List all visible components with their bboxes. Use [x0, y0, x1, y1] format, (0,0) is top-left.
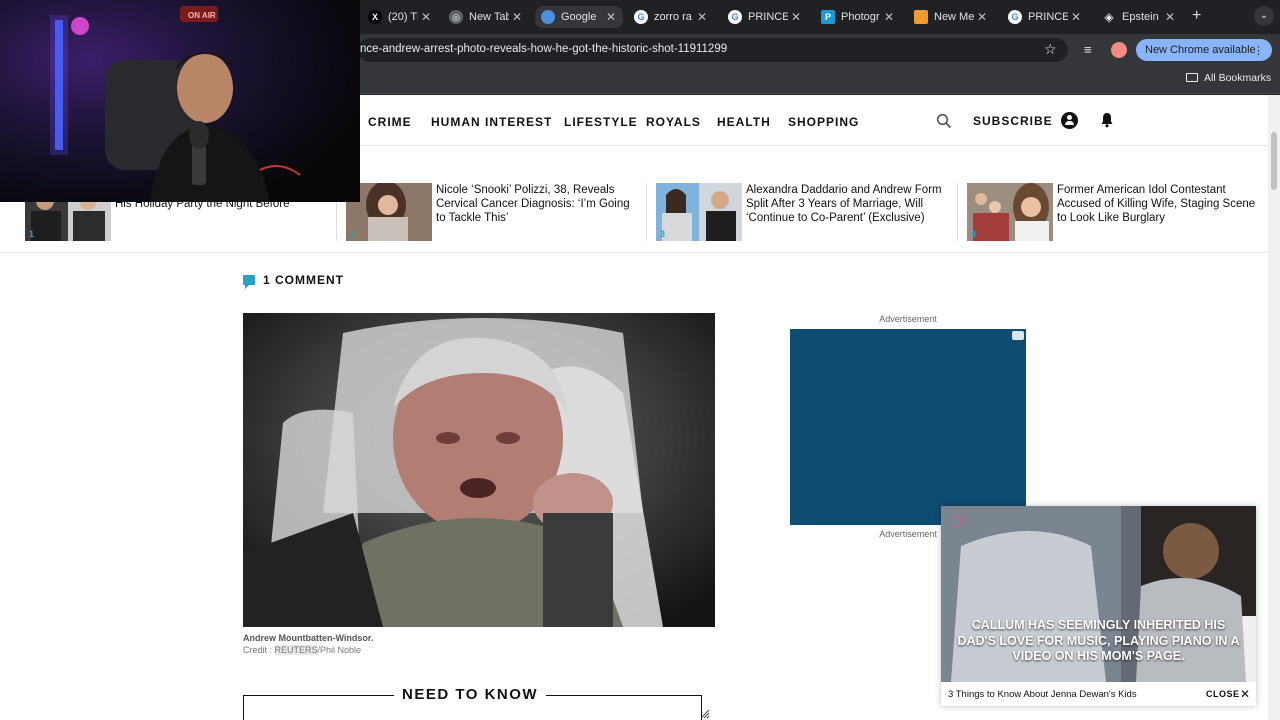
browser-tab[interactable]: G zorro ra ✕	[628, 6, 714, 28]
close-tab-icon[interactable]: ✕	[1162, 10, 1178, 24]
close-tab-icon[interactable]: ✕	[974, 10, 990, 24]
tab-search-button[interactable]: ⌄	[1254, 6, 1274, 26]
trending-thumbnail: 4	[967, 183, 1053, 241]
advertisement-box[interactable]	[790, 329, 1026, 525]
flame-icon	[914, 10, 928, 24]
p-icon: P	[821, 10, 835, 24]
nav-crime[interactable]: CRIME	[368, 115, 412, 129]
browser-tab[interactable]: ◈ Epstein ✕	[1096, 6, 1182, 28]
instagram-icon	[953, 516, 963, 526]
trending-headline[interactable]: Nicole ‘Snooki’ Polizzi, 38, Reveals Cer…	[436, 183, 641, 225]
nav-lifestyle[interactable]: LIFESTYLE	[564, 115, 638, 129]
close-tab-icon[interactable]: ✕	[418, 10, 434, 24]
ad-label: Advertisement	[879, 314, 937, 324]
browser-tab[interactable]: G PRINCE ✕	[1002, 6, 1088, 28]
chrome-icon: ◎	[449, 10, 463, 24]
streamer-video	[0, 0, 360, 202]
comment-icon	[243, 275, 255, 289]
video-frame[interactable]: CALLUM HAS SEEMINGLY INHERITED HIS DAD'S…	[941, 506, 1256, 682]
photo-caption: Andrew Mountbatten-Windsor.	[243, 633, 374, 643]
webcam-overlay: ON AIR	[0, 0, 360, 202]
url-text[interactable]: nce-andrew-arrest-photo-reveals-how-he-g…	[360, 43, 727, 55]
bookmark-star-icon[interactable]: ☆	[1044, 41, 1057, 58]
close-icon[interactable]: ✕	[1240, 687, 1250, 701]
x-icon: X	[368, 10, 382, 24]
photo-credit: Credit : REUTERS/Phil Noble	[243, 645, 362, 655]
nav-royals[interactable]: ROYALS	[646, 115, 701, 129]
close-tab-icon[interactable]: ✕	[881, 10, 897, 24]
divider	[646, 183, 647, 241]
diamond-icon: ◈	[1104, 10, 1114, 24]
globe-icon	[541, 10, 555, 24]
scrollbar-thumb[interactable]	[1271, 132, 1277, 190]
all-bookmarks-button[interactable]: All Bookmarks	[1186, 72, 1271, 84]
resize-handle-icon[interactable]	[700, 705, 710, 719]
video-title[interactable]: 3 Things to Know About Jenna Dewan's Kid…	[948, 689, 1137, 700]
close-tab-icon[interactable]: ✕	[1068, 10, 1084, 24]
trending-headline[interactable]: Alexandra Daddario and Andrew Form Split…	[746, 183, 951, 225]
new-chrome-available-button[interactable]: New Chrome available ⋮	[1136, 39, 1272, 61]
google-icon: G	[1008, 10, 1022, 24]
nav-human-interest[interactable]: HUMAN INTEREST	[431, 115, 552, 129]
nav-shopping[interactable]: SHOPPING	[788, 115, 859, 129]
floating-video-player[interactable]: CALLUM HAS SEEMINGLY INHERITED HIS DAD'S…	[941, 506, 1256, 706]
video-close-button[interactable]: CLOSE	[1206, 689, 1240, 699]
reading-list-icon[interactable]: ≡	[1084, 42, 1092, 57]
new-tab-button[interactable]: +	[1192, 7, 1201, 25]
browser-tab[interactable]: ◎ New Tab ✕	[443, 6, 529, 28]
close-tab-icon[interactable]: ✕	[694, 10, 710, 24]
google-icon: G	[634, 10, 648, 24]
credit-source-link[interactable]: REUTERS	[274, 645, 318, 655]
close-tab-icon[interactable]: ✕	[788, 10, 804, 24]
video-caption-overlay: CALLUM HAS SEEMINGLY INHERITED HIS DAD'S…	[957, 618, 1240, 663]
search-icon[interactable]	[936, 113, 952, 129]
trending-headline[interactable]: Former American Idol Contestant Accused …	[1057, 183, 1262, 225]
browser-tab[interactable]: X (20) The ✕	[362, 6, 438, 28]
on-air-sign: ON AIR	[188, 11, 216, 20]
account-icon[interactable]	[1061, 112, 1078, 129]
google-icon: G	[728, 10, 742, 24]
need-to-know-heading: NEED TO KNOW	[394, 686, 547, 703]
browser-tab[interactable]: New Me ✕	[908, 6, 994, 28]
browser-tab[interactable]: G PRINCE ✕	[722, 6, 808, 28]
subscribe-button[interactable]: SUBSCRIBE	[973, 114, 1053, 128]
browser-tab[interactable]: P Photogr ✕	[815, 6, 901, 28]
kebab-menu-icon[interactable]: ⋮	[1253, 44, 1264, 57]
comments-link[interactable]: 1 COMMENT	[243, 273, 344, 289]
nav-health[interactable]: HEALTH	[717, 115, 771, 129]
folder-icon	[1186, 73, 1198, 82]
browser-tab-active[interactable]: Google ✕	[535, 6, 623, 28]
divider	[957, 183, 958, 241]
close-tab-icon[interactable]: ✕	[509, 10, 525, 24]
trending-thumbnail: 3	[656, 183, 742, 241]
close-tab-icon[interactable]: ✕	[603, 10, 619, 24]
hero-photo	[243, 313, 715, 627]
bell-icon[interactable]	[1100, 112, 1114, 128]
adchoices-icon[interactable]	[1012, 331, 1024, 340]
profile-avatar[interactable]	[1111, 42, 1127, 58]
